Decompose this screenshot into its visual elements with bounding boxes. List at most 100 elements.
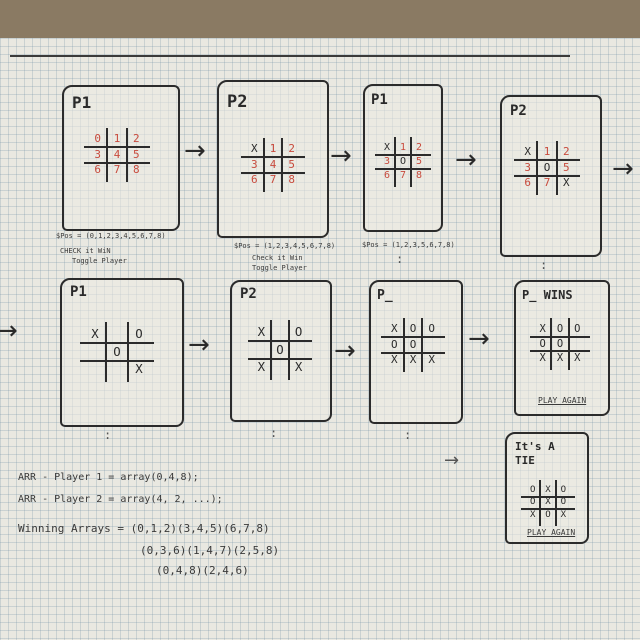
note-check-win-2: Check it Win <box>252 254 303 262</box>
board-cell-4: X <box>545 497 551 508</box>
board-cell-5: O <box>560 497 567 508</box>
note-winning-arrays: Winning Arrays = (0,1,2)(3,4,5)(6,7,8) <box>18 522 270 535</box>
continuation-dots: : <box>104 428 113 442</box>
board-cell-3: 3 <box>383 156 391 167</box>
board-cell-3: O <box>529 497 536 508</box>
board-cell-8: X <box>294 360 303 375</box>
frame-title: P2 <box>227 92 248 112</box>
arrow-icon: → <box>334 336 356 366</box>
continuation-dots: : <box>396 252 405 266</box>
frame-title: P1 <box>371 92 388 108</box>
note-pos-2: $Pos = (1,2,3,4,5,6,7,8) <box>234 242 336 250</box>
frame-r2c2: P2 XOOXX <box>230 280 332 422</box>
note-pos-3: $Pos = (1,2,3,5,6,7,8) <box>362 241 455 249</box>
board-cell-3: 3 <box>94 147 101 161</box>
frame-title: P̲ WINS <box>522 288 573 302</box>
background-desk <box>0 0 640 40</box>
board-cell-1: 1 <box>543 145 551 159</box>
board-cell-4: O <box>399 156 407 167</box>
board-cell-6: 6 <box>383 170 391 181</box>
note-toggle-2: Toggle Player <box>252 264 307 272</box>
board-cell-1: 1 <box>269 142 277 156</box>
board-cell-6: X <box>257 360 266 375</box>
board-cell-7: 7 <box>269 172 277 186</box>
tic-tac-toe-board: XOOXX <box>248 320 312 380</box>
arrow-icon: → <box>455 145 477 175</box>
board-cell-4: 4 <box>269 157 277 171</box>
arrow-icon: → <box>184 136 206 166</box>
frame-r1c1: P1 012 345 678 <box>62 85 180 231</box>
continuation-dots: : <box>270 426 279 440</box>
board-cell-0: X <box>91 327 99 342</box>
note-winning-arrays-3: (0,4,8)(2,4,6) <box>156 564 249 577</box>
board-cell-3: 3 <box>251 157 258 171</box>
board-cell-6: X <box>539 352 546 365</box>
frame-title: P̲ <box>377 288 393 303</box>
tic-tac-toe-board: X123O567X <box>514 141 580 195</box>
board-cell-0: 0 <box>94 132 101 146</box>
frame-title: P1 <box>70 284 87 300</box>
board-cell-6: X <box>529 510 536 521</box>
note-pos-1: $Pos = (0,1,2,3,4,5,6,7,8) <box>56 232 166 240</box>
play-again-link[interactable]: PLAY AGAIN <box>527 528 575 537</box>
board-cell-7: 7 <box>113 162 121 176</box>
arrow-icon: → <box>612 154 634 184</box>
board-cell-7: X <box>409 352 417 366</box>
board-cell-3: 3 <box>524 160 531 174</box>
board-cell-6: 6 <box>251 172 258 186</box>
board-cell-2: 2 <box>288 142 295 156</box>
board-cell-8: X <box>135 362 143 377</box>
board-cell-7: 7 <box>543 175 551 189</box>
board-cell-4: O <box>409 337 417 351</box>
arrow-icon: → <box>330 141 352 171</box>
arrow-icon: → <box>0 316 18 346</box>
frame-title: P1 <box>72 93 92 112</box>
board-cell-6: 6 <box>94 162 101 176</box>
top-rule-line <box>10 55 570 57</box>
board-cell-2: 2 <box>415 142 423 153</box>
note-winning-arrays-2: (0,3,6)(1,4,7)(2,5,8) <box>140 544 280 557</box>
note-toggle-1: Toggle Player <box>72 257 127 265</box>
tic-tac-toe-board: XOOX <box>80 322 154 382</box>
play-again-link[interactable]: PLAY AGAIN <box>538 396 586 405</box>
board-cell-0: X <box>251 142 258 156</box>
board-cell-4: O <box>276 342 284 357</box>
board-cell-5: 5 <box>288 157 295 171</box>
tic-tac-toe-board: OXOOXOXOX <box>521 480 575 526</box>
board-cell-5: 5 <box>563 160 570 174</box>
board-cell-7: O <box>545 510 551 521</box>
frame-r1c2: P2 X12 345 678 <box>217 80 329 238</box>
board-cell-2: O <box>560 484 567 495</box>
frame-tie: It's A TIE OXOOXOXOX PLAY AGAIN <box>505 432 589 544</box>
note-arr-player1: ARR - Player 1 = array(0,4,8); <box>18 472 199 483</box>
arrow-icon: → <box>468 324 490 354</box>
board-cell-4: O <box>113 344 121 359</box>
board-cell-8: X <box>428 352 435 366</box>
board-cell-4: O <box>556 337 564 350</box>
frame-r2c4: P̲ WINS XOOOOXXX PLAY AGAIN <box>514 280 610 416</box>
board-cell-8: 8 <box>133 162 140 176</box>
board-cell-0: X <box>257 325 266 340</box>
board-cell-2: O <box>428 322 435 336</box>
note-check-win-1: CHECK it WiN <box>60 247 111 255</box>
board-cell-7: 7 <box>399 170 407 181</box>
frame-r2c1: P1 XOOX <box>60 278 184 427</box>
board-cell-3: O <box>539 337 546 350</box>
frame-title: P2 <box>240 286 257 302</box>
board-cell-5: 5 <box>415 156 423 167</box>
dashed-arrow-icon: → <box>444 450 460 471</box>
frame-title: It's A TIE <box>515 440 555 468</box>
board-cell-4: 4 <box>113 147 121 161</box>
frame-r1c3: P1 X12 3O5 678 <box>363 84 443 232</box>
board-cell-2: O <box>574 323 581 336</box>
board-cell-2: O <box>294 325 303 340</box>
board-cell-0: X <box>383 142 391 153</box>
board-cell-1: O <box>409 322 417 336</box>
continuation-dots: : <box>404 428 413 442</box>
board-cell-8: 8 <box>415 170 423 181</box>
tic-tac-toe-board: XOOOOXXX <box>381 318 445 372</box>
board-cell-5: 5 <box>133 147 140 161</box>
board-cell-1: O <box>556 323 564 336</box>
board-cell-6: 6 <box>524 175 531 189</box>
board-cell-8: X <box>574 352 581 365</box>
